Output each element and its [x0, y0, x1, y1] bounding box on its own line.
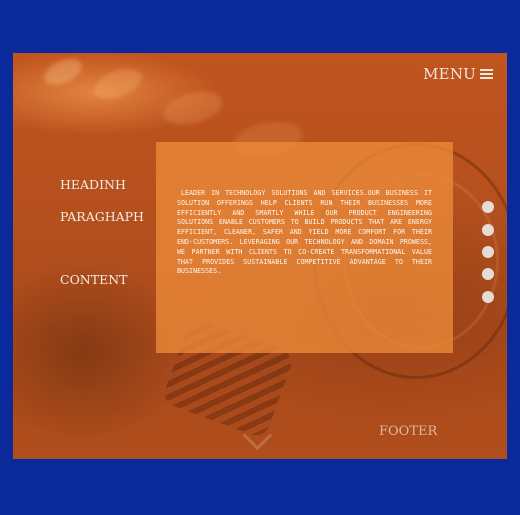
menu-button[interactable]: MENU [423, 65, 493, 83]
background-light-streak [90, 63, 146, 105]
footer-label: FOOTER [379, 424, 438, 439]
pager-dot-5[interactable] [482, 291, 494, 303]
pager-dot-3[interactable] [482, 246, 494, 258]
pager-dot-4[interactable] [482, 268, 494, 280]
page-background: MENU HEADINH PARAGHAPH CONTENT LEADER IN… [0, 0, 520, 515]
hero-section: MENU HEADINH PARAGHAPH CONTENT LEADER IN… [13, 53, 507, 459]
menu-label: MENU [423, 65, 476, 83]
nav-item-content[interactable]: CONTENT [60, 272, 128, 287]
pager-dot-2[interactable] [482, 224, 494, 236]
panel-body-text: LEADER IN TECHNOLOGY SOLUTIONS AND SERVI… [177, 189, 432, 276]
background-light-streak [40, 53, 86, 91]
nav-item-heading[interactable]: HEADINH [60, 177, 126, 192]
pager-dot-1[interactable] [482, 201, 494, 213]
background-light-streak [160, 85, 226, 131]
nav-item-paragraph[interactable]: PARAGHAPH [60, 209, 144, 224]
content-panel: LEADER IN TECHNOLOGY SOLUTIONS AND SERVI… [156, 142, 453, 353]
hamburger-icon[interactable] [480, 69, 493, 79]
